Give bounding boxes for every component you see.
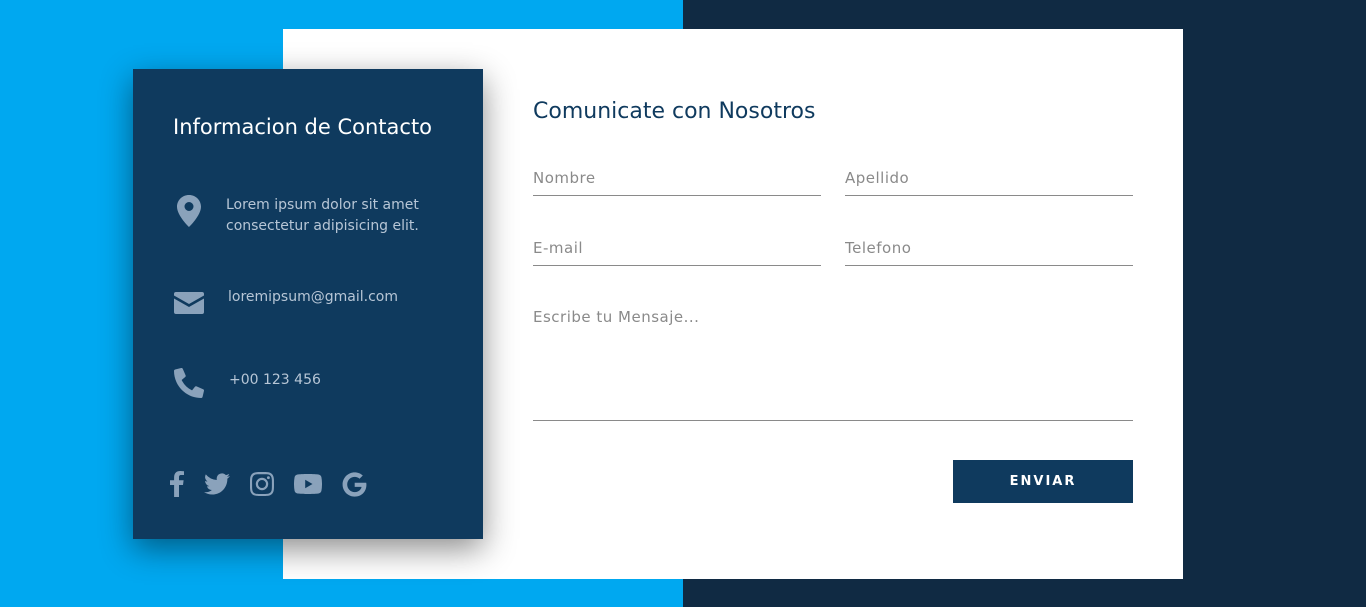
phone-icon: [173, 367, 205, 399]
email-text: loremipsum@gmail.com: [228, 289, 398, 305]
phone-row: +00 123 456: [173, 367, 321, 399]
map-marker-icon: [173, 195, 205, 227]
facebook-icon[interactable]: [170, 469, 184, 499]
telefono-input[interactable]: [845, 238, 1133, 266]
address-row: Lorem ipsum dolor sit amet consectetur a…: [173, 195, 436, 237]
enviar-button[interactable]: ENVIAR: [953, 460, 1133, 503]
mensaje-textarea[interactable]: [533, 308, 1133, 421]
google-icon[interactable]: [342, 469, 367, 499]
social-links: [170, 469, 387, 499]
email-input[interactable]: [533, 238, 821, 266]
info-title: Informacion de Contacto: [173, 115, 433, 139]
contact-info-card: Informacion de Contacto Lorem ipsum dolo…: [133, 69, 483, 539]
apellido-input[interactable]: [845, 168, 1133, 196]
email-row: loremipsum@gmail.com: [173, 287, 398, 319]
nombre-input[interactable]: [533, 168, 821, 196]
form-title: Comunicate con Nosotros: [533, 99, 816, 124]
instagram-icon[interactable]: [250, 469, 274, 499]
phone-text: +00 123 456: [229, 372, 321, 388]
address-text: Lorem ipsum dolor sit amet consectetur a…: [226, 197, 419, 234]
envelope-icon: [173, 287, 205, 319]
youtube-icon[interactable]: [294, 469, 322, 499]
twitter-icon[interactable]: [204, 469, 230, 499]
